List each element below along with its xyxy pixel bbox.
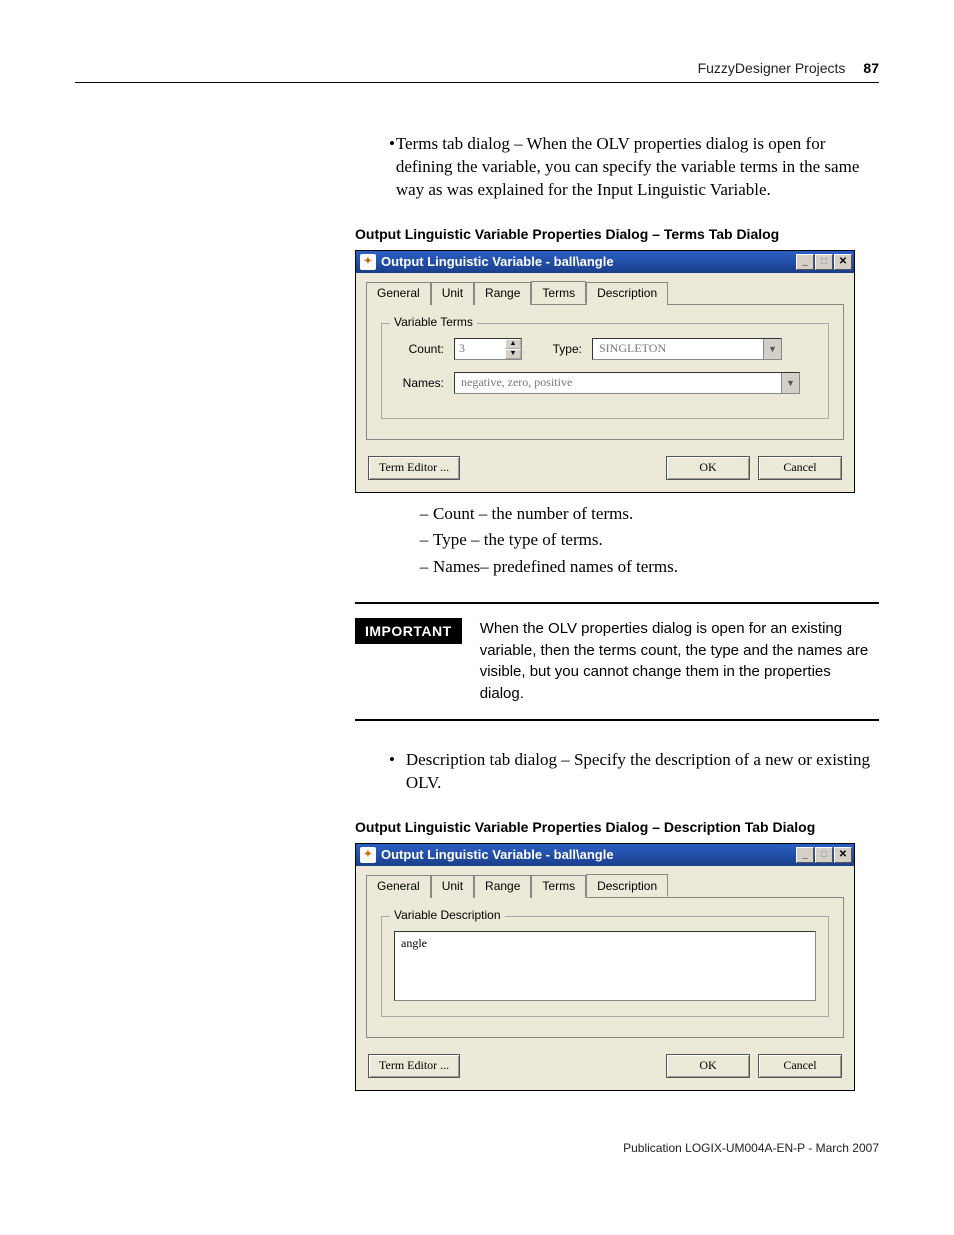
count-input[interactable]	[455, 339, 505, 359]
description-textarea[interactable]	[394, 931, 816, 1001]
count-label: Count:	[394, 342, 444, 356]
tab-body: Variable Terms Count: ▲ ▼ Type:	[366, 304, 844, 440]
tab-strip: General Unit Range Terms Description	[356, 866, 854, 897]
app-icon: ✦	[360, 847, 376, 863]
desc-bullet: • Description tab dialog – Specify the d…	[389, 749, 879, 795]
page-header: FuzzyDesigner Projects 87	[75, 60, 879, 76]
tab-general[interactable]: General	[366, 282, 431, 305]
variable-description-fieldset: Variable Description	[381, 916, 829, 1017]
type-input[interactable]	[593, 339, 763, 359]
cancel-button[interactable]: Cancel	[758, 456, 842, 480]
terms-sub-list: –Count – the number of terms. –Type – th…	[415, 501, 879, 580]
description-dialog: ✦ Output Linguistic Variable - ball\angl…	[355, 843, 855, 1091]
names-combo[interactable]: ▼	[454, 372, 800, 394]
minimize-icon[interactable]: _	[796, 254, 814, 270]
names-label: Names:	[394, 376, 444, 390]
important-badge: IMPORTANT	[355, 618, 462, 644]
caption-desc-dialog: Output Linguistic Variable Properties Di…	[355, 819, 879, 835]
dialog-title: Output Linguistic Variable - ball\angle	[381, 847, 796, 862]
close-icon[interactable]: ✕	[834, 254, 852, 270]
header-section: FuzzyDesigner Projects	[698, 60, 846, 76]
tab-range[interactable]: Range	[474, 282, 531, 305]
count-spinner[interactable]: ▲ ▼	[454, 338, 522, 360]
maximize-icon[interactable]: □	[815, 254, 833, 270]
header-rule	[75, 82, 879, 83]
tab-general[interactable]: General	[366, 875, 431, 898]
important-callout: IMPORTANT When the OLV properties dialog…	[355, 602, 879, 721]
publication-footer: Publication LOGIX-UM004A-EN-P - March 20…	[355, 1141, 879, 1155]
dialog-button-row: Term Editor ... OK Cancel	[356, 450, 854, 492]
terms-dialog: ✦ Output Linguistic Variable - ball\angl…	[355, 250, 855, 493]
tab-body: Variable Description	[366, 897, 844, 1038]
cancel-button[interactable]: Cancel	[758, 1054, 842, 1078]
tab-terms[interactable]: Terms	[531, 281, 586, 304]
chevron-down-icon[interactable]: ▼	[763, 339, 781, 359]
intro-bullet: • Terms tab dialog – When the OLV proper…	[389, 133, 879, 202]
dialog-title: Output Linguistic Variable - ball\angle	[381, 254, 796, 269]
tab-description[interactable]: Description	[586, 282, 668, 305]
type-label: Type:	[532, 342, 582, 356]
chevron-down-icon[interactable]: ▼	[781, 373, 799, 393]
tab-terms[interactable]: Terms	[531, 875, 586, 898]
intro-text: Terms tab dialog – When the OLV properti…	[396, 133, 879, 202]
titlebar: ✦ Output Linguistic Variable - ball\angl…	[356, 844, 854, 866]
tab-unit[interactable]: Unit	[431, 282, 474, 305]
caption-terms-dialog: Output Linguistic Variable Properties Di…	[355, 226, 879, 242]
tab-strip: General Unit Range Terms Description	[356, 273, 854, 304]
spinner-down-icon[interactable]: ▼	[505, 349, 521, 359]
bullet-icon: •	[389, 749, 406, 795]
ok-button[interactable]: OK	[666, 1054, 750, 1078]
sub-item: Type – the type of terms.	[433, 527, 603, 553]
tab-unit[interactable]: Unit	[431, 875, 474, 898]
maximize-icon[interactable]: □	[815, 847, 833, 863]
sub-item: Count – the number of terms.	[433, 501, 633, 527]
fieldset-legend: Variable Description	[390, 908, 505, 922]
tab-description[interactable]: Description	[586, 874, 668, 897]
type-combo[interactable]: ▼	[592, 338, 782, 360]
spinner-up-icon[interactable]: ▲	[505, 339, 521, 349]
sub-item: Names– predefined names of terms.	[433, 554, 678, 580]
app-icon: ✦	[360, 254, 376, 270]
names-input[interactable]	[455, 373, 781, 393]
dialog-button-row: Term Editor ... OK Cancel	[356, 1048, 854, 1090]
desc-text: Description tab dialog – Specify the des…	[406, 749, 879, 795]
variable-terms-fieldset: Variable Terms Count: ▲ ▼ Type:	[381, 323, 829, 419]
term-editor-button[interactable]: Term Editor ...	[368, 456, 460, 480]
titlebar: ✦ Output Linguistic Variable - ball\angl…	[356, 251, 854, 273]
important-text: When the OLV properties dialog is open f…	[480, 618, 879, 705]
minimize-icon[interactable]: _	[796, 847, 814, 863]
fieldset-legend: Variable Terms	[390, 315, 477, 329]
tab-range[interactable]: Range	[474, 875, 531, 898]
bullet-icon: •	[389, 133, 396, 202]
ok-button[interactable]: OK	[666, 456, 750, 480]
page-number: 87	[863, 60, 879, 76]
close-icon[interactable]: ✕	[834, 847, 852, 863]
term-editor-button[interactable]: Term Editor ...	[368, 1054, 460, 1078]
